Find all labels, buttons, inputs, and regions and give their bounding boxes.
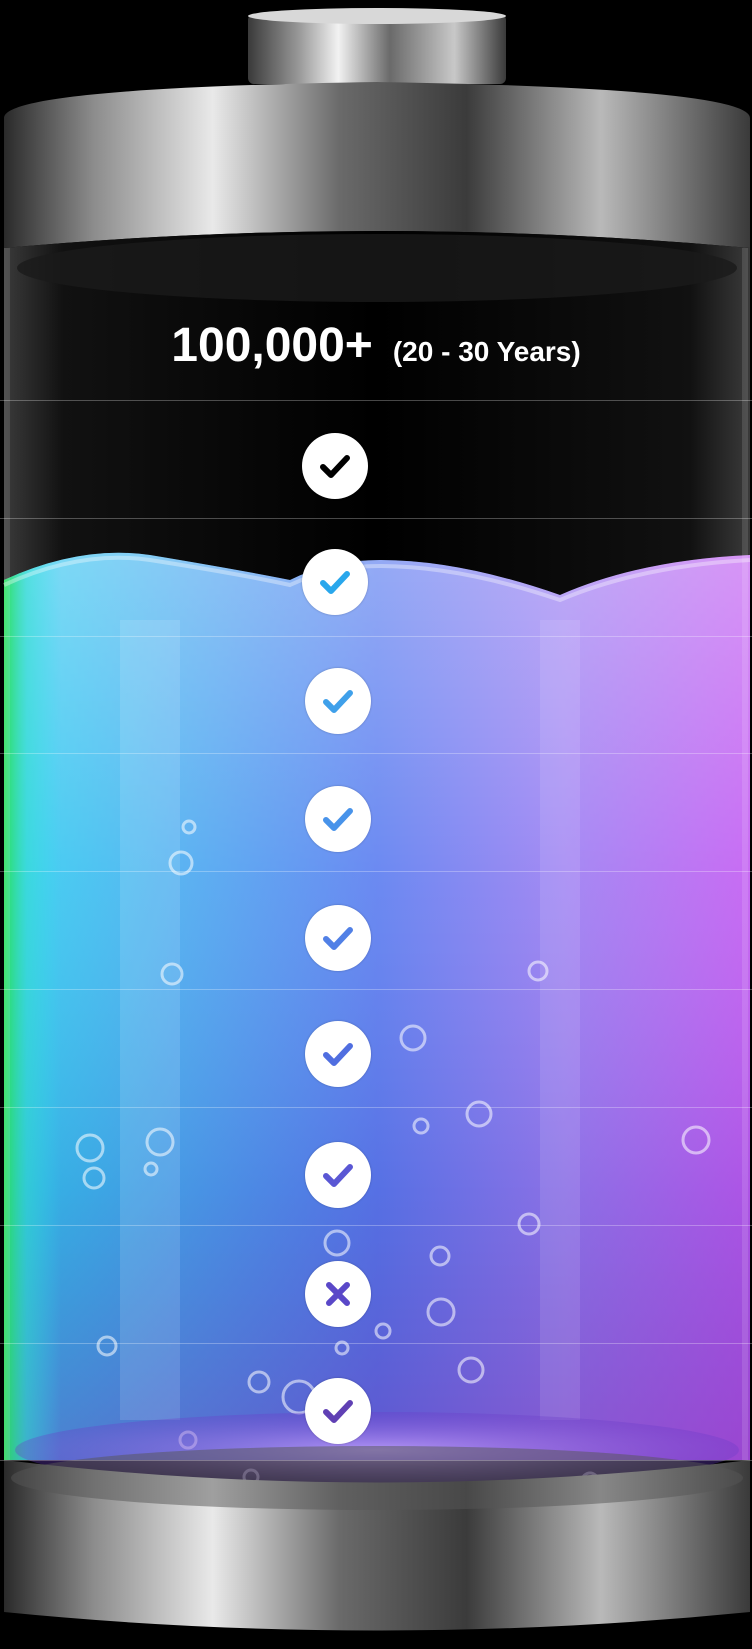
status-row-8 (305, 1261, 371, 1327)
cycle-count-header: 100,000+ (20 - 30 Years) (0, 318, 752, 373)
row-divider (0, 518, 752, 519)
check-icon (320, 455, 350, 478)
row-divider (0, 1343, 752, 1344)
battery-screen: 100,000+ (20 - 30 Years) (0, 0, 752, 1649)
row-divider (0, 400, 752, 401)
check-icon (323, 690, 353, 713)
status-row-4 (305, 786, 371, 852)
row-divider (0, 753, 752, 754)
status-row-3 (305, 668, 371, 734)
row-divider (0, 989, 752, 990)
check-icon (323, 1043, 353, 1066)
lifespan-label: (20 - 30 Years) (392, 336, 581, 367)
status-row-6 (305, 1021, 371, 1087)
status-row-9 (305, 1378, 371, 1444)
check-icon (323, 1164, 353, 1187)
status-row-5 (305, 905, 371, 971)
cycle-count-value: 100,000+ (171, 319, 373, 372)
battery-illustration (3, 8, 751, 1631)
row-divider (0, 1225, 752, 1226)
status-row-7 (305, 1142, 371, 1208)
check-icon (320, 571, 350, 594)
row-divider (0, 871, 752, 872)
status-row-1 (302, 433, 368, 499)
row-divider (0, 1107, 752, 1108)
row-divider (0, 1460, 752, 1461)
check-icon (323, 1400, 353, 1423)
check-icon (323, 808, 353, 831)
row-divider (0, 636, 752, 637)
cross-icon (326, 1282, 350, 1306)
check-icon (323, 927, 353, 950)
status-row-2 (302, 549, 368, 615)
